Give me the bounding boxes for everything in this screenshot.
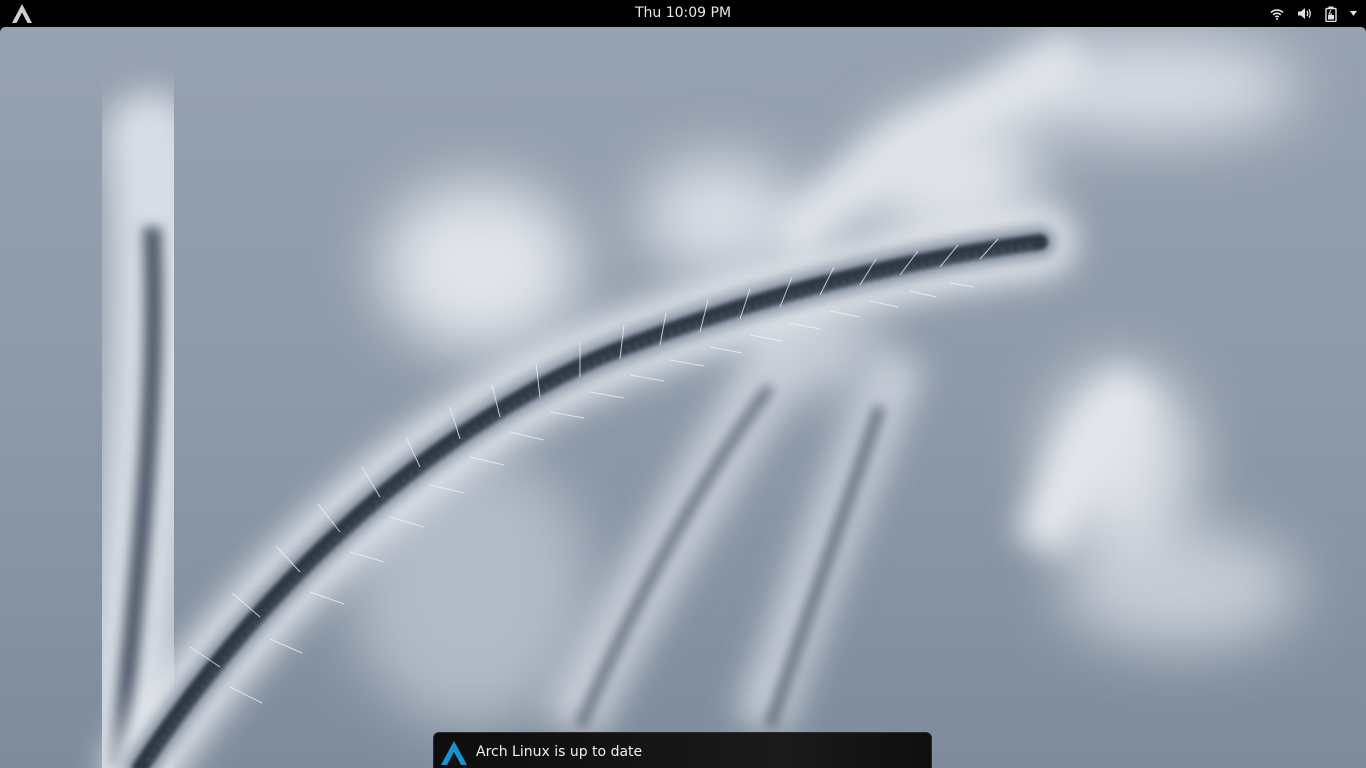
chevron-down-icon [1350,11,1357,16]
activities-button[interactable] [10,3,34,24]
notification-banner[interactable]: Arch Linux is up to date [433,732,932,768]
arch-logo-icon [441,741,467,765]
notification-text: Arch Linux is up to date [476,744,643,760]
wifi-icon [1270,8,1284,20]
clock: Thu 10:09 PM [0,0,1366,27]
top-bar: Thu 10:09 PM [0,0,1366,27]
screen: Thu 10:09 PM Arch Linux is up to date [0,0,1366,768]
arch-logo-icon [12,4,32,23]
clock-label[interactable]: Thu 10:09 PM [635,5,731,21]
desktop-background [0,27,1366,768]
wallpaper-image [75,32,1300,768]
volume-icon [1297,7,1312,20]
battery-icon [1325,6,1337,22]
system-status-menu[interactable] [1270,0,1357,27]
